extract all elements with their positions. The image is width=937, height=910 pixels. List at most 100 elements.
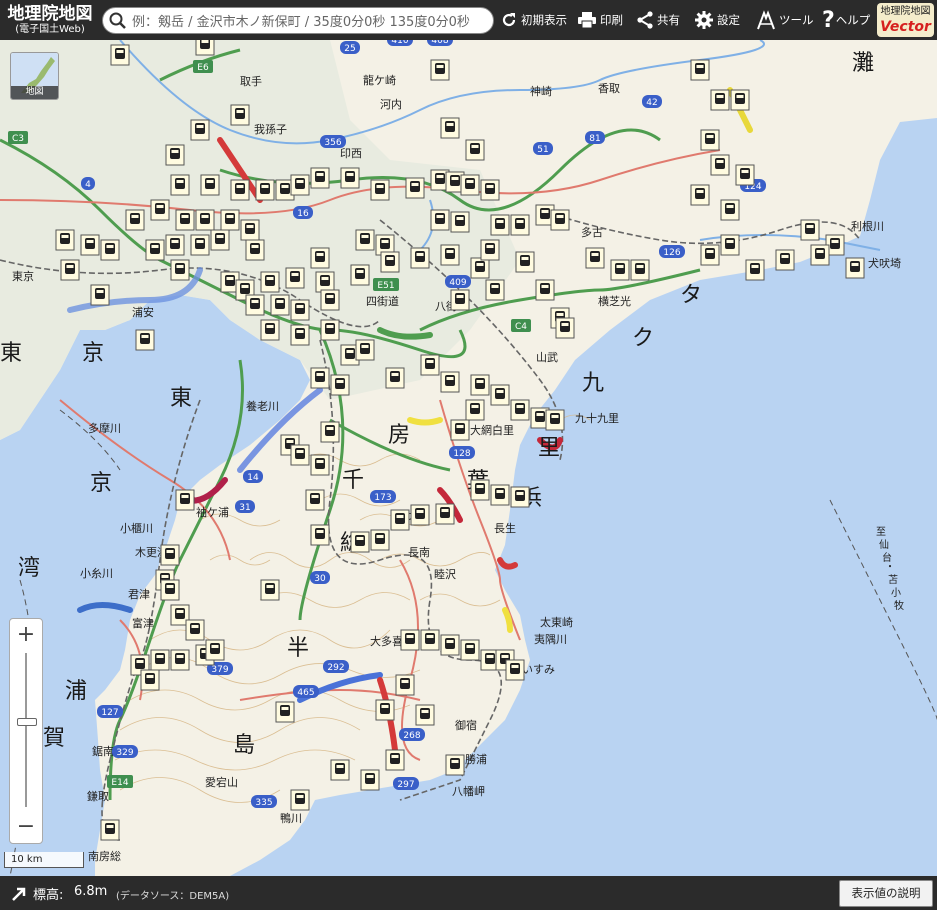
station-marker[interactable] bbox=[200, 174, 220, 196]
share-button[interactable]: 共有 bbox=[636, 0, 680, 40]
station-marker[interactable] bbox=[545, 409, 565, 431]
station-marker[interactable] bbox=[150, 199, 170, 221]
station-marker[interactable] bbox=[505, 659, 525, 681]
station-marker[interactable] bbox=[550, 209, 570, 231]
station-marker[interactable] bbox=[190, 119, 210, 141]
station-marker[interactable] bbox=[145, 239, 165, 261]
station-marker[interactable] bbox=[430, 209, 450, 231]
station-marker[interactable] bbox=[460, 174, 480, 196]
station-marker[interactable] bbox=[390, 509, 410, 531]
station-marker[interactable] bbox=[710, 89, 730, 111]
station-marker[interactable] bbox=[240, 219, 260, 241]
station-marker[interactable] bbox=[260, 319, 280, 341]
station-marker[interactable] bbox=[310, 247, 330, 269]
station-marker[interactable] bbox=[185, 619, 205, 641]
station-marker[interactable] bbox=[435, 503, 455, 525]
station-marker[interactable] bbox=[430, 59, 450, 81]
station-marker[interactable] bbox=[340, 167, 360, 189]
station-marker[interactable] bbox=[450, 211, 470, 233]
station-marker[interactable] bbox=[170, 649, 190, 671]
station-marker[interactable] bbox=[350, 531, 370, 553]
station-marker[interactable] bbox=[100, 239, 120, 261]
station-marker[interactable] bbox=[195, 40, 215, 56]
vector-map-link[interactable]: 地理院地図 Vector bbox=[877, 3, 934, 37]
station-marker[interactable] bbox=[170, 174, 190, 196]
station-marker[interactable] bbox=[60, 259, 80, 281]
station-marker[interactable] bbox=[730, 89, 750, 111]
station-marker[interactable] bbox=[420, 629, 440, 651]
station-marker[interactable] bbox=[385, 367, 405, 389]
station-marker[interactable] bbox=[405, 177, 425, 199]
station-marker[interactable] bbox=[285, 267, 305, 289]
station-marker[interactable] bbox=[440, 634, 460, 656]
station-marker[interactable] bbox=[360, 769, 380, 791]
station-marker[interactable] bbox=[690, 59, 710, 81]
station-marker[interactable] bbox=[555, 317, 575, 339]
station-marker[interactable] bbox=[510, 214, 530, 236]
station-marker[interactable] bbox=[230, 104, 250, 126]
station-marker[interactable] bbox=[410, 504, 430, 526]
station-marker[interactable] bbox=[310, 524, 330, 546]
station-marker[interactable] bbox=[355, 229, 375, 251]
station-marker[interactable] bbox=[140, 669, 160, 691]
station-marker[interactable] bbox=[255, 179, 275, 201]
station-marker[interactable] bbox=[585, 247, 605, 269]
station-marker[interactable] bbox=[205, 639, 225, 661]
station-marker[interactable] bbox=[165, 234, 185, 256]
station-marker[interactable] bbox=[100, 819, 120, 841]
station-marker[interactable] bbox=[260, 579, 280, 601]
station-marker[interactable] bbox=[195, 209, 215, 231]
station-marker[interactable] bbox=[735, 164, 755, 186]
station-marker[interactable] bbox=[170, 259, 190, 281]
station-marker[interactable] bbox=[210, 229, 230, 251]
station-marker[interactable] bbox=[290, 444, 310, 466]
station-marker[interactable] bbox=[515, 251, 535, 273]
station-marker[interactable] bbox=[470, 257, 490, 279]
map-svg[interactable]: 東 京 湾 京 東 浦 賀 房 千 総 半 島 葉 タ ク 九 里 浜 灘 取手… bbox=[0, 40, 937, 876]
station-marker[interactable] bbox=[190, 234, 210, 256]
station-marker[interactable] bbox=[165, 144, 185, 166]
station-marker[interactable] bbox=[160, 579, 180, 601]
station-marker[interactable] bbox=[415, 704, 435, 726]
station-marker[interactable] bbox=[490, 384, 510, 406]
station-marker[interactable] bbox=[700, 129, 720, 151]
station-marker[interactable] bbox=[320, 421, 340, 443]
station-marker[interactable] bbox=[700, 244, 720, 266]
search-input[interactable] bbox=[130, 11, 492, 33]
station-marker[interactable] bbox=[80, 234, 100, 256]
station-marker[interactable] bbox=[610, 259, 630, 281]
station-marker[interactable] bbox=[410, 247, 430, 269]
station-marker[interactable] bbox=[175, 489, 195, 511]
station-marker[interactable] bbox=[490, 214, 510, 236]
station-marker[interactable] bbox=[355, 339, 375, 361]
station-marker[interactable] bbox=[370, 179, 390, 201]
zoom-slider-thumb[interactable] bbox=[17, 718, 37, 726]
station-marker[interactable] bbox=[690, 184, 710, 206]
station-marker[interactable] bbox=[175, 209, 195, 231]
station-marker[interactable] bbox=[305, 489, 325, 511]
station-marker[interactable] bbox=[630, 259, 650, 281]
station-marker[interactable] bbox=[290, 324, 310, 346]
print-button[interactable]: 印刷 bbox=[577, 0, 623, 40]
station-marker[interactable] bbox=[395, 674, 415, 696]
reset-view-button[interactable]: 初期表示 bbox=[500, 0, 567, 40]
help-button[interactable]: ? ヘルプ bbox=[822, 0, 870, 40]
station-marker[interactable] bbox=[310, 454, 330, 476]
station-marker[interactable] bbox=[245, 239, 265, 261]
station-marker[interactable] bbox=[125, 209, 145, 231]
station-marker[interactable] bbox=[290, 174, 310, 196]
zoom-in-button[interactable]: + bbox=[10, 621, 42, 649]
station-marker[interactable] bbox=[90, 284, 110, 306]
station-marker[interactable] bbox=[810, 244, 830, 266]
zoom-slider-track[interactable] bbox=[25, 653, 27, 807]
station-marker[interactable] bbox=[480, 179, 500, 201]
station-marker[interactable] bbox=[510, 399, 530, 421]
basemap-switch-button[interactable]: 地図 bbox=[10, 52, 59, 100]
station-marker[interactable] bbox=[320, 289, 340, 311]
station-marker[interactable] bbox=[270, 294, 290, 316]
station-marker[interactable] bbox=[150, 649, 170, 671]
station-marker[interactable] bbox=[230, 179, 250, 201]
station-marker[interactable] bbox=[710, 154, 730, 176]
station-marker[interactable] bbox=[350, 264, 370, 286]
station-marker[interactable] bbox=[845, 257, 865, 279]
